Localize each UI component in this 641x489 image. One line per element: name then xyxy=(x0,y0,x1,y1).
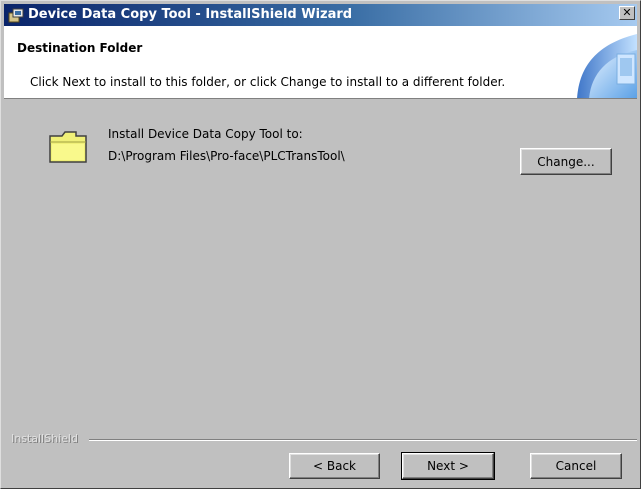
computer-graphic-icon xyxy=(577,34,637,98)
close-icon: ✕ xyxy=(622,6,632,19)
content-area: Install Device Data Copy Tool to: D:\Pro… xyxy=(4,100,637,440)
close-button[interactable]: ✕ xyxy=(619,6,635,20)
next-button[interactable]: Next > xyxy=(401,452,495,480)
install-label: Install Device Data Copy Tool to: xyxy=(108,127,303,141)
page-title: Destination Folder xyxy=(17,41,143,55)
change-button[interactable]: Change... xyxy=(520,148,612,175)
installer-window: Device Data Copy Tool - InstallShield Wi… xyxy=(0,0,641,489)
page-description: Click Next to install to this folder, or… xyxy=(30,75,506,89)
window-title: Device Data Copy Tool - InstallShield Wi… xyxy=(28,7,353,22)
back-button[interactable]: < Back xyxy=(289,453,380,479)
divider-line xyxy=(89,439,637,441)
folder-icon xyxy=(49,131,87,163)
cancel-button[interactable]: Cancel xyxy=(530,453,622,479)
title-bar[interactable]: Device Data Copy Tool - InstallShield Wi… xyxy=(4,4,637,26)
header-banner: Destination Folder Click Next to install… xyxy=(4,26,637,99)
brand-divider: InstallShield xyxy=(11,432,637,446)
installshield-brand: InstallShield xyxy=(11,432,78,445)
install-path: D:\Program Files\Pro-face\PLCTransTool\ xyxy=(108,149,345,163)
installer-icon xyxy=(8,8,24,23)
